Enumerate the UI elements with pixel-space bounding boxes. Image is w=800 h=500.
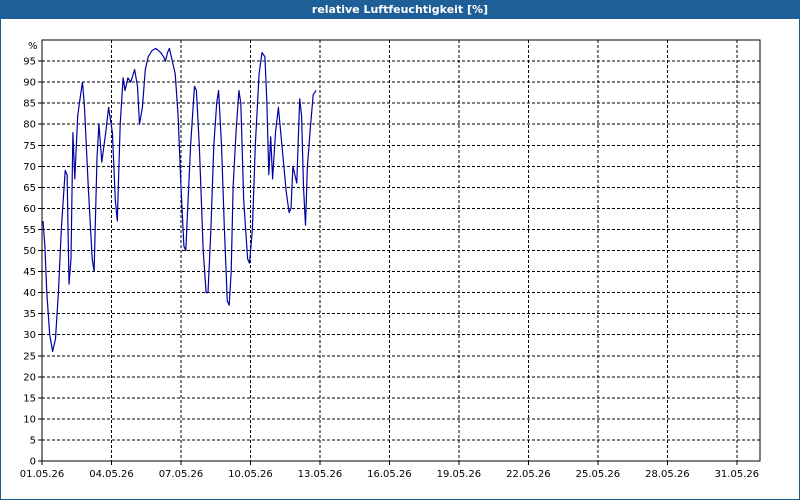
y-tick-label: 35 xyxy=(23,309,36,320)
humidity-chart: 0 5 10 15 20 25 30 35 40 45 50 55 60 65 70 75 80 85 90 95% 0… xyxy=(20,39,761,480)
y-tick-label: 75 xyxy=(23,141,36,152)
y-tick-label: 5 xyxy=(30,435,36,446)
y-tick-label: 20 xyxy=(23,372,36,383)
y-tick-label: 60 xyxy=(23,204,36,215)
x-tick-label: 07.05.26 xyxy=(159,469,204,480)
chart-window: relative Luftfeuchtigkeit [%] 0 5 10 15 20 25… xyxy=(0,0,800,500)
x-tick-label: 04.05.26 xyxy=(89,469,134,480)
y-tick-label: 90 xyxy=(23,78,36,89)
y-tick-label: 85 xyxy=(23,99,36,110)
x-tick-label: 31.05.26 xyxy=(715,469,760,480)
y-axis-unit: % xyxy=(28,41,38,52)
y-tick-label: 45 xyxy=(23,267,36,278)
y-tick-label: 30 xyxy=(23,330,36,341)
x-tick-label: 16.05.26 xyxy=(367,469,412,480)
y-tick-label: 15 xyxy=(23,393,36,404)
y-tick-label: 70 xyxy=(23,162,36,173)
y-tick-label: 10 xyxy=(23,414,36,425)
y-tick-label: 25 xyxy=(23,351,36,362)
y-tick-label: 55 xyxy=(23,225,36,236)
x-tick-label: 25.05.26 xyxy=(576,469,621,480)
x-tick-label: 19.05.26 xyxy=(437,469,482,480)
x-tick-label: 28.05.26 xyxy=(645,469,690,480)
y-tick-label: 65 xyxy=(23,183,36,194)
x-tick-label: 13.05.26 xyxy=(298,469,343,480)
x-tick-label: 10.05.26 xyxy=(228,469,273,480)
y-tick-label: 0 xyxy=(30,457,36,468)
y-tick-label: 50 xyxy=(23,246,36,257)
y-tick-label: 40 xyxy=(23,288,36,299)
y-tick-label: 80 xyxy=(23,120,36,131)
y-tick-label: 95 xyxy=(23,57,36,68)
x-tick-label: 01.05.26 xyxy=(20,469,65,480)
x-tick-label: 22.05.26 xyxy=(506,469,551,480)
